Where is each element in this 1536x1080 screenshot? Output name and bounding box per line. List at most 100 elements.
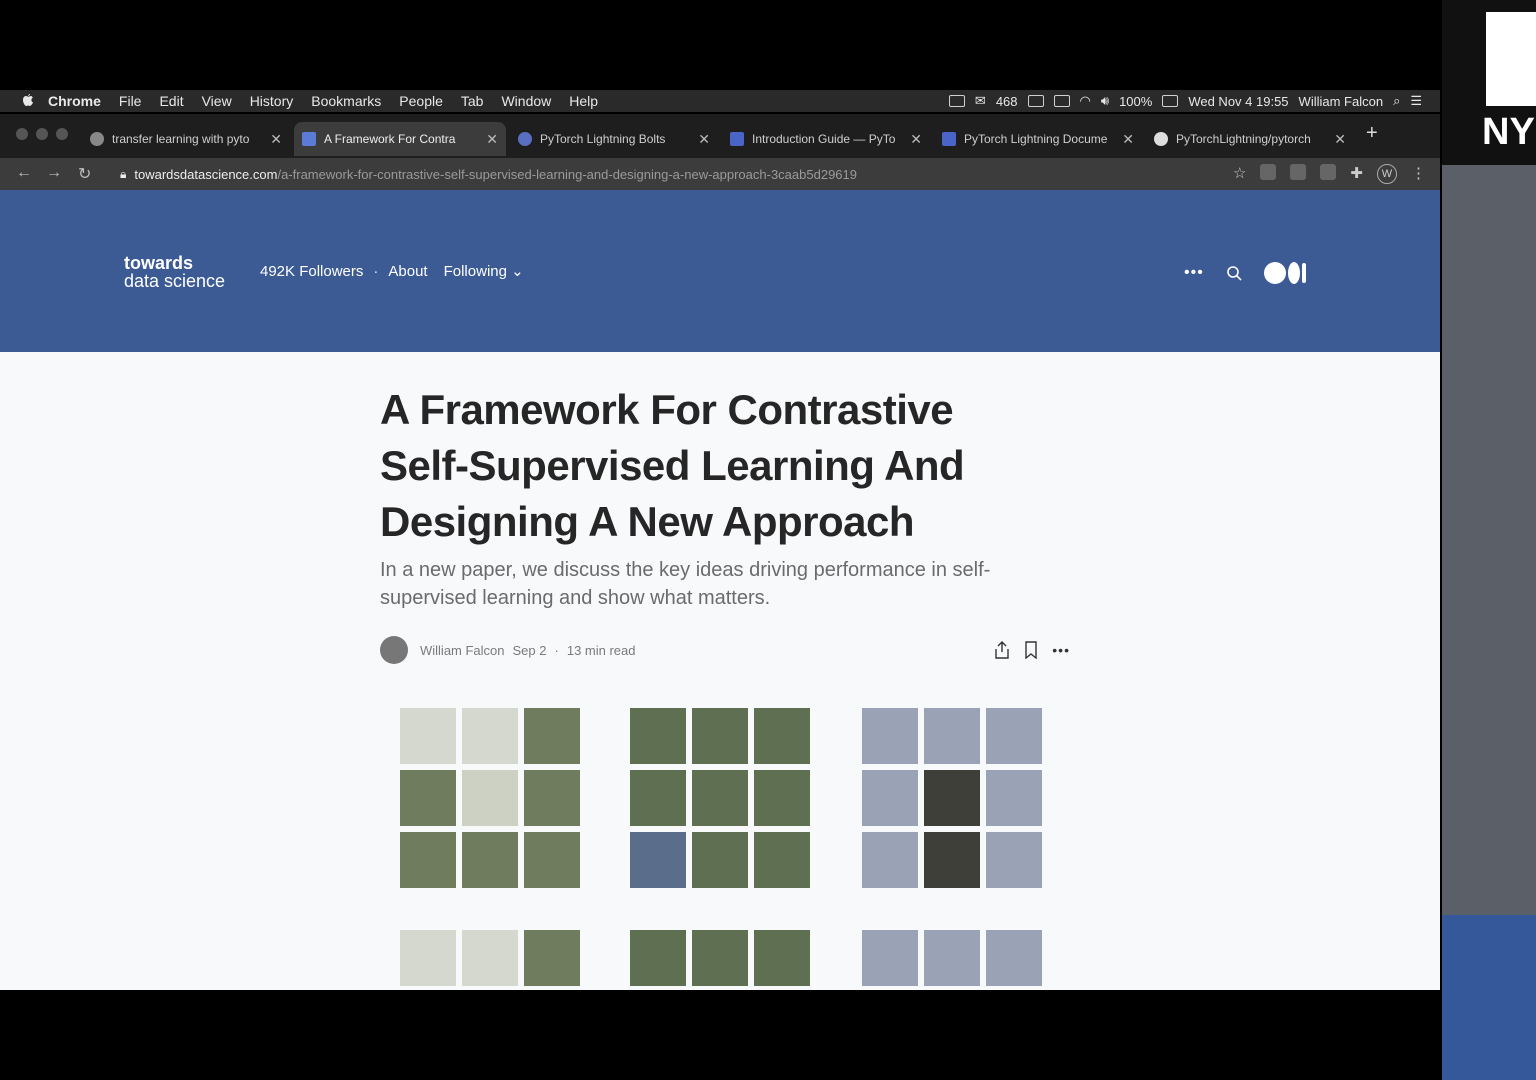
menu-status-area: ✉ 468 ◠ 🔊︎ 100% Wed Nov 4 19:55 William … [948,90,1422,112]
following-label: Following [443,263,507,280]
more-options-icon[interactable]: ••• [1184,264,1204,282]
cloud-icon[interactable] [1027,95,1044,107]
apple-icon[interactable] [20,93,36,109]
extension-icon[interactable] [1320,164,1337,180]
extension-icon[interactable] [1260,164,1277,180]
article-byline: William Falcon Sep 2 · 13 min read ••• [380,636,1070,664]
article-subtitle: In a new paper, we discuss the key ideas… [380,559,991,609]
tab-lightning-docs[interactable]: PyTorch Lightning Docume ✕ [934,122,1142,156]
tab-framework-contrastive[interactable]: A Framework For Contra ✕ [294,122,506,156]
article-image-puzzle-bird [630,708,810,888]
extension-icon[interactable] [1290,164,1307,180]
menu-help[interactable]: Help [569,93,598,109]
forward-arrow-icon[interactable]: → [46,164,62,182]
github-favicon-icon [1154,132,1168,146]
medium-logo-ellipse [1287,262,1300,284]
tab-title: PyTorchLightning/pytorch [1176,132,1311,146]
reload-icon[interactable]: ↻ [78,164,91,184]
medium-logo-circle [1263,262,1286,284]
header-actions: ••• [1184,262,1306,284]
chevron-down-icon: ⌄ [511,263,524,280]
menu-bookmarks[interactable]: Bookmarks [311,93,381,109]
mail-icon[interactable]: ✉ [975,93,986,109]
author-avatar[interactable] [380,636,408,664]
search-icon[interactable] [1226,265,1242,281]
webcam-feed [1442,165,1536,915]
share-icon[interactable] [994,641,1010,659]
more-options-icon[interactable]: ••• [1052,642,1070,658]
overlay-bottom-panel [1442,915,1536,1080]
menu-window[interactable]: Window [501,93,551,109]
tab-close-icon[interactable]: ✕ [1122,131,1134,148]
address-bar[interactable]: 🔒︎ towardsdatascience.com /a-framework-f… [110,162,1200,186]
tab-lightning-bolts[interactable]: PyTorch Lightning Bolts ✕ [510,122,718,156]
logo-line-top: towards [124,253,194,273]
new-tab-plus-icon[interactable]: + [1366,122,1378,145]
menu-people[interactable]: People [399,93,443,109]
tab-introduction-guide[interactable]: Introduction Guide — PyTo ✕ [722,122,930,156]
tab-close-icon[interactable]: ✕ [486,131,498,148]
browser-tab-bar: transfer learning with pyto ✕ A Framewor… [0,114,1440,158]
followers-link[interactable]: 492K Followers [260,263,363,280]
menu-tab[interactable]: Tab [461,93,484,109]
publish-date: Sep 2 [512,642,547,658]
back-arrow-icon[interactable]: ← [16,164,32,182]
medium-logo-bar [1301,263,1306,283]
article-content: A Framework For Contrastive Self-Supervi… [0,352,1440,990]
wifi-icon[interactable]: ◠ [1080,93,1091,109]
read-time: 13 min read [566,642,636,658]
bookmark-star-icon[interactable]: ☆ [1233,164,1246,184]
tab-close-icon[interactable]: ✕ [1334,131,1346,148]
menu-file[interactable]: File [119,93,142,109]
tab-close-icon[interactable]: ✕ [270,131,282,148]
bookmark-icon[interactable] [1024,641,1038,659]
lock-icon[interactable]: 🔒︎ [120,167,126,182]
article-actions: ••• [994,641,1070,659]
volume-icon[interactable]: 🔊︎ [1101,93,1109,109]
toolbar-extensions: ☆ ✚ W ⋮ [1233,164,1426,184]
user-name[interactable]: William Falcon [1299,94,1384,109]
nyu-logo-text: NY [1482,111,1535,153]
menu-app-chrome[interactable]: Chrome [48,93,101,109]
profile-avatar[interactable]: W [1377,164,1397,184]
publication-logo[interactable]: towards data science [124,254,225,290]
chrome-menu-icon[interactable]: ⋮ [1411,164,1426,184]
battery-percent: 100% [1119,93,1153,109]
article-image-puzzle-giraffe [862,930,1042,990]
author-name[interactable]: William Falcon [420,643,505,658]
following-button[interactable]: Following ⌄ [444,262,524,280]
tab-title: PyTorch Lightning Docume [964,132,1108,146]
airplay-icon[interactable] [1053,95,1070,107]
tds-favicon-icon [302,132,316,146]
url-domain: towardsdatascience.com [134,166,278,182]
window-minimize-button[interactable] [36,128,48,140]
tab-close-icon[interactable]: ✕ [698,131,710,148]
spotlight-search-icon[interactable]: ⌕ [1393,93,1400,109]
tab-close-icon[interactable]: ✕ [910,131,922,148]
docs-favicon-icon [942,132,956,146]
tab-transfer-learning[interactable]: transfer learning with pyto ✕ [82,122,290,156]
notification-center-icon[interactable]: ☰ [1410,93,1422,109]
menu-history[interactable]: History [250,93,294,109]
browser-toolbar: ← → ↻ 🔒︎ towardsdatascience.com /a-frame… [0,158,1440,190]
article-image-puzzle-bird [630,930,810,990]
tab-github-pytorch[interactable]: PyTorchLightning/pytorch ✕ [1146,122,1354,156]
battery-icon[interactable] [1162,95,1179,107]
separator-dot: · [554,642,559,658]
tab-title: Introduction Guide — PyTo [752,132,896,146]
medium-logo[interactable] [1263,262,1306,284]
clock[interactable]: Wed Nov 4 19:55 [1188,94,1288,109]
window-close-button[interactable] [16,128,28,140]
menu-edit[interactable]: Edit [159,93,183,109]
menu-view[interactable]: View [202,93,232,109]
bolts-favicon-icon [518,132,532,146]
url-path: /a-framework-for-contrastive-self-superv… [277,166,857,182]
window-zoom-button[interactable] [56,128,68,140]
article-image-puzzle-dog [400,708,580,888]
dropbox-icon[interactable] [948,95,965,107]
puzzle-extensions-icon[interactable]: ✚ [1350,164,1363,184]
about-link[interactable]: About [388,263,427,280]
tab-title: PyTorch Lightning Bolts [540,132,666,146]
article-image-puzzle-dog [400,930,580,990]
logo-line-bottom: data science [124,271,226,291]
